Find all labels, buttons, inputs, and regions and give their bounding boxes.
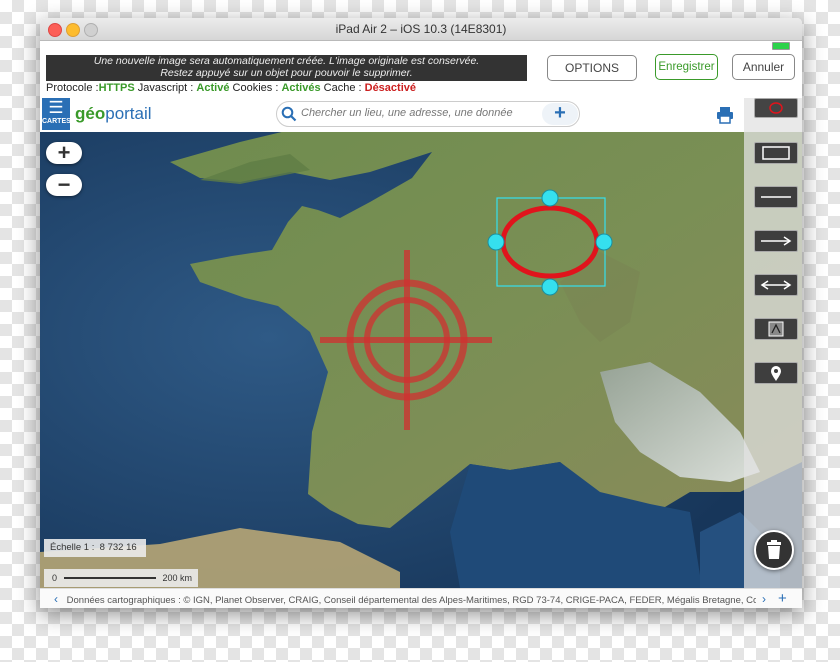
attribution-expand-icon[interactable]: + xyxy=(774,589,791,608)
resize-handle-top[interactable] xyxy=(541,189,559,207)
protocol-value: HTTPS xyxy=(98,82,135,94)
delete-button[interactable] xyxy=(754,530,794,570)
search-input[interactable]: Chercher un lieu, une adresse, une donné… xyxy=(301,107,513,119)
rectangle-tool[interactable] xyxy=(754,142,798,164)
scale-box: Échelle 1 : 8 732 16 xyxy=(44,539,146,557)
zoom-in-button[interactable]: + xyxy=(46,142,82,164)
notice-line-2: Restez appuyé sur un objet pour pouvoir … xyxy=(160,67,413,79)
simulator-window: iPad Air 2 – iOS 10.3 (14E8301) Une nouv… xyxy=(40,18,802,608)
menu-label: CARTES xyxy=(42,118,71,125)
print-icon[interactable] xyxy=(716,106,734,124)
ellipse-tool[interactable] xyxy=(754,98,798,118)
marker-tool[interactable] xyxy=(754,362,798,384)
map-view[interactable]: + − Échelle 1 : 8 732 16 0 200 km xyxy=(40,132,802,588)
resize-handle-right[interactable] xyxy=(595,233,613,251)
edit-notice: Une nouvelle image sera automatiquement … xyxy=(46,55,527,81)
map-pin-icon xyxy=(771,366,781,381)
drawing-tools-panel xyxy=(744,98,802,588)
geoportail-logo: géoportail xyxy=(75,104,152,123)
app-header: ☰ CARTES géoportail Chercher un lieu, un… xyxy=(40,96,802,133)
cookies-value: Activés xyxy=(281,82,321,94)
window-titlebar: iPad Air 2 – iOS 10.3 (14E8301) xyxy=(40,18,802,41)
trash-icon xyxy=(767,540,781,559)
scale-bar: 0 200 km xyxy=(44,569,198,587)
javascript-value: Activé xyxy=(196,82,230,94)
search-icon xyxy=(281,106,297,122)
line-icon xyxy=(761,196,791,198)
resize-handle-left[interactable] xyxy=(487,233,505,251)
attribution-bar: ‹ Données cartographiques : © IGN, Plane… xyxy=(40,588,802,608)
zoom-out-button[interactable]: − xyxy=(46,174,82,196)
resize-handle-bottom[interactable] xyxy=(541,278,559,296)
save-button[interactable]: Enregistrer xyxy=(655,54,718,80)
text-tool[interactable] xyxy=(754,318,798,340)
rectangle-icon xyxy=(762,146,790,160)
hamburger-icon: ☰ xyxy=(48,98,64,117)
satellite-map xyxy=(40,132,802,588)
notice-line-1: Une nouvelle image sera automatiquement … xyxy=(93,55,480,67)
attribution-next-icon[interactable]: › xyxy=(756,589,772,608)
cancel-button[interactable]: Annuler xyxy=(732,54,795,80)
line-tool[interactable] xyxy=(754,186,798,208)
ellipse-icon xyxy=(769,102,783,114)
attribution-prev-icon[interactable]: ‹ xyxy=(54,592,58,606)
double-arrow-tool[interactable] xyxy=(754,274,798,296)
options-button[interactable]: OPTIONS xyxy=(547,55,637,81)
menu-button[interactable]: ☰ CARTES xyxy=(42,98,71,130)
text-icon xyxy=(768,321,784,337)
arrow-icon xyxy=(761,236,792,246)
protocol-status: Protocole :HTTPS Javascript : Activé Coo… xyxy=(46,82,416,94)
arrow-tool[interactable] xyxy=(754,230,798,252)
double-arrow-icon xyxy=(760,280,792,290)
search-box[interactable]: Chercher un lieu, une adresse, une donné… xyxy=(276,101,580,127)
search-add-button[interactable]: + xyxy=(542,103,578,125)
window-title: iPad Air 2 – iOS 10.3 (14E8301) xyxy=(335,22,507,36)
battery-icon xyxy=(772,42,790,50)
attribution-text: Données cartographiques : © IGN, Planet … xyxy=(66,595,768,606)
cache-value: Désactivé xyxy=(364,82,416,94)
